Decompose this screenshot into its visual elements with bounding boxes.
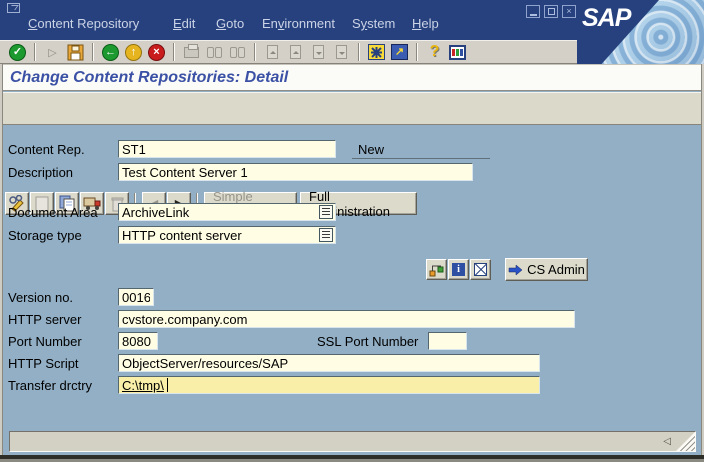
dropdown-list-icon: [322, 231, 330, 239]
exit-icon: ↑: [125, 44, 142, 61]
last-page-icon: [336, 45, 347, 59]
description-input[interactable]: [118, 163, 473, 181]
cs-admin-button[interactable]: CS Admin: [505, 258, 588, 281]
document-area-select[interactable]: [118, 203, 336, 221]
storage-type-select[interactable]: [118, 226, 336, 244]
cancel-icon: ×: [148, 44, 165, 61]
version-no-input[interactable]: [118, 288, 154, 306]
menu-environment[interactable]: Environment: [262, 16, 335, 31]
menu-edit[interactable]: Edit: [173, 16, 195, 31]
print-button: [180, 42, 203, 63]
enter-button[interactable]: ✓: [6, 42, 29, 63]
back-button[interactable]: ←: [99, 42, 122, 63]
close-button[interactable]: ×: [562, 5, 576, 18]
find-next-icon: [230, 47, 245, 58]
help-icon: ?: [430, 43, 440, 61]
document-area-label: Document Area: [8, 205, 98, 220]
command-arrow-icon: ▷: [48, 46, 56, 59]
content-rep-input[interactable]: [118, 140, 336, 158]
storage-type-label: Storage type: [8, 228, 82, 243]
cancel-button[interactable]: ×: [145, 42, 168, 63]
toolbar-separator: [416, 43, 418, 61]
toolbar-separator: [254, 43, 256, 61]
http-script-label: HTTP Script: [8, 356, 79, 371]
first-page-button: [261, 42, 284, 63]
divider-line: [352, 158, 490, 159]
system-menu-icon[interactable]: [7, 3, 20, 13]
ssl-port-label: SSL Port Number: [317, 334, 418, 349]
standard-toolbar: ✓ ▷ ← ↑ × ↗ ?: [0, 40, 577, 64]
page-title: Change Content Repositories: Detail: [10, 69, 288, 87]
window-controls: ×: [526, 5, 576, 18]
certificate-button[interactable]: [470, 259, 491, 280]
customize-icon: [449, 45, 466, 60]
toolbar-separator: [92, 43, 94, 61]
window-frame-left: [0, 64, 3, 455]
menu-goto[interactable]: Goto: [216, 16, 244, 31]
hierarchy-icon: [429, 263, 444, 277]
maximize-button[interactable]: [544, 5, 558, 18]
new-status-text: New: [358, 142, 384, 157]
previous-page-button: [284, 42, 307, 63]
help-button[interactable]: ?: [423, 42, 446, 63]
shortcut-icon: ↗: [391, 44, 408, 60]
customize-layout-button[interactable]: [446, 42, 469, 63]
ssl-port-input[interactable]: [428, 332, 467, 350]
http-script-input[interactable]: [118, 354, 540, 372]
next-page-icon: [313, 45, 324, 59]
info-button[interactable]: i: [448, 259, 469, 280]
port-number-label: Port Number: [8, 334, 82, 349]
sap-logo-block: SAP: [577, 0, 704, 64]
application-toolbar: ◀ ▶ Simple admin. Full administration: [0, 92, 704, 125]
status-bar: ◁: [9, 431, 696, 452]
description-label: Description: [8, 165, 73, 180]
status-toggle-icon[interactable]: ◁: [663, 436, 671, 447]
resize-grip[interactable]: [676, 432, 695, 451]
toolbar-separator: [34, 43, 36, 61]
environment-button[interactable]: [426, 259, 447, 280]
back-icon: ←: [102, 44, 119, 61]
exit-button[interactable]: ↑: [122, 42, 145, 63]
transfer-drctry-label: Transfer drctry: [8, 378, 92, 393]
dropdown-list-icon: [322, 208, 330, 216]
http-server-input[interactable]: [118, 310, 575, 328]
menu-help[interactable]: Help: [412, 16, 439, 31]
last-page-button: [330, 42, 353, 63]
certificate-icon: [474, 263, 487, 276]
toolbar-separator: [358, 43, 360, 61]
create-shortcut-button[interactable]: ↗: [388, 42, 411, 63]
find-icon: [207, 47, 222, 58]
version-no-label: Version no.: [8, 290, 73, 305]
previous-page-icon: [290, 45, 301, 59]
save-icon: [67, 44, 84, 61]
menu-items: Content Repository Edit Goto Environment…: [0, 16, 520, 36]
info-icon: i: [452, 263, 465, 276]
new-session-button[interactable]: [365, 42, 388, 63]
first-page-icon: [267, 45, 278, 59]
command-field-toggle[interactable]: ▷: [41, 42, 64, 63]
text-cursor: [167, 378, 168, 392]
save-button[interactable]: [64, 42, 87, 63]
port-number-input[interactable]: [118, 332, 158, 350]
menu-content-repository[interactable]: Content Repository: [28, 16, 139, 31]
sap-logo-text: SAP: [582, 4, 630, 33]
enter-icon: ✓: [9, 44, 26, 61]
new-session-icon: [368, 44, 385, 60]
print-icon: [184, 47, 199, 58]
right-arrow-icon: [508, 264, 523, 276]
find-button: [203, 42, 226, 63]
http-server-label: HTTP server: [8, 312, 81, 327]
menu-system[interactable]: System: [352, 16, 395, 31]
next-page-button: [307, 42, 330, 63]
find-next-button: [226, 42, 249, 63]
minimize-button[interactable]: [526, 5, 540, 18]
storage-type-dropdown-button[interactable]: [319, 228, 333, 242]
document-area-dropdown-button[interactable]: [319, 205, 333, 219]
toolbar-separator: [173, 43, 175, 61]
transfer-drctry-input[interactable]: [118, 376, 540, 394]
title-bar: Change Content Repositories: Detail: [0, 64, 704, 91]
content-rep-label: Content Rep.: [8, 142, 85, 157]
